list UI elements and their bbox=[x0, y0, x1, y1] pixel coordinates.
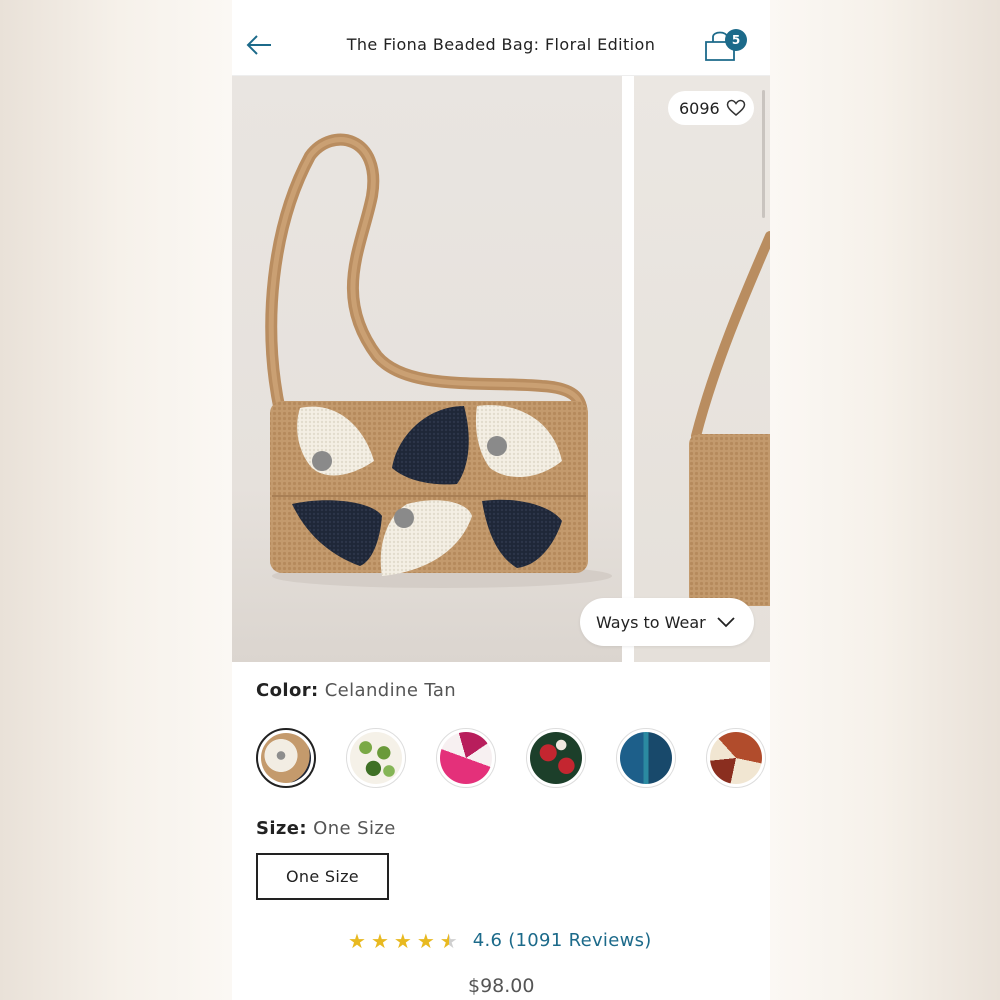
arrow-left-icon bbox=[246, 35, 271, 55]
star-icon: ★ bbox=[393, 928, 412, 953]
color-selector-label: Color: Celandine Tan bbox=[256, 680, 456, 701]
color-label: Color: bbox=[256, 680, 319, 701]
product-page: The Fiona Beaded Bag: Floral Edition 5 6… bbox=[232, 0, 770, 1000]
heart-icon bbox=[726, 99, 745, 116]
selected-color-value: Celandine Tan bbox=[324, 680, 457, 701]
favorite-button[interactable]: 6096 bbox=[668, 91, 754, 125]
size-option-one-size[interactable]: One Size bbox=[256, 853, 389, 900]
selected-size-value: One Size bbox=[313, 818, 396, 839]
star-half-icon: ★ bbox=[439, 928, 458, 953]
color-swatch-blue-teal[interactable] bbox=[616, 728, 676, 788]
size-label: Size: bbox=[256, 818, 308, 839]
beaded-bag-image bbox=[265, 133, 612, 588]
product-price: $98.00 bbox=[468, 975, 535, 997]
ways-to-wear-button[interactable]: Ways to Wear bbox=[580, 598, 754, 646]
back-button[interactable] bbox=[244, 30, 274, 60]
color-swatch-green[interactable] bbox=[346, 728, 406, 788]
reviews-link[interactable]: 4.6 (1091 Reviews) bbox=[473, 930, 652, 951]
star-icon: ★ bbox=[370, 928, 389, 953]
product-image-next[interactable] bbox=[634, 76, 770, 662]
like-count: 6096 bbox=[679, 98, 720, 118]
star-icon: ★ bbox=[416, 928, 435, 953]
top-bar: The Fiona Beaded Bag: Floral Edition 5 bbox=[232, 0, 770, 76]
gallery-scroll-indicator bbox=[762, 90, 765, 218]
page-title: The Fiona Beaded Bag: Floral Edition bbox=[346, 35, 656, 54]
color-swatch-pink[interactable] bbox=[436, 728, 496, 788]
rating-summary[interactable]: ★ ★ ★ ★ ★ 4.6 (1091 Reviews) bbox=[348, 930, 652, 951]
color-swatch-rust[interactable] bbox=[706, 728, 766, 788]
chevron-down-icon bbox=[717, 617, 735, 628]
size-selector-label: Size: One Size bbox=[256, 818, 396, 839]
ways-to-wear-label: Ways to Wear bbox=[596, 612, 706, 632]
product-image-main[interactable] bbox=[232, 76, 622, 662]
star-icon: ★ bbox=[348, 928, 366, 953]
color-swatch-red[interactable] bbox=[526, 728, 586, 788]
beaded-bag-side-image bbox=[689, 231, 770, 606]
color-swatch-celandine-tan[interactable] bbox=[256, 728, 316, 788]
bag-count-badge: 5 bbox=[725, 29, 747, 51]
